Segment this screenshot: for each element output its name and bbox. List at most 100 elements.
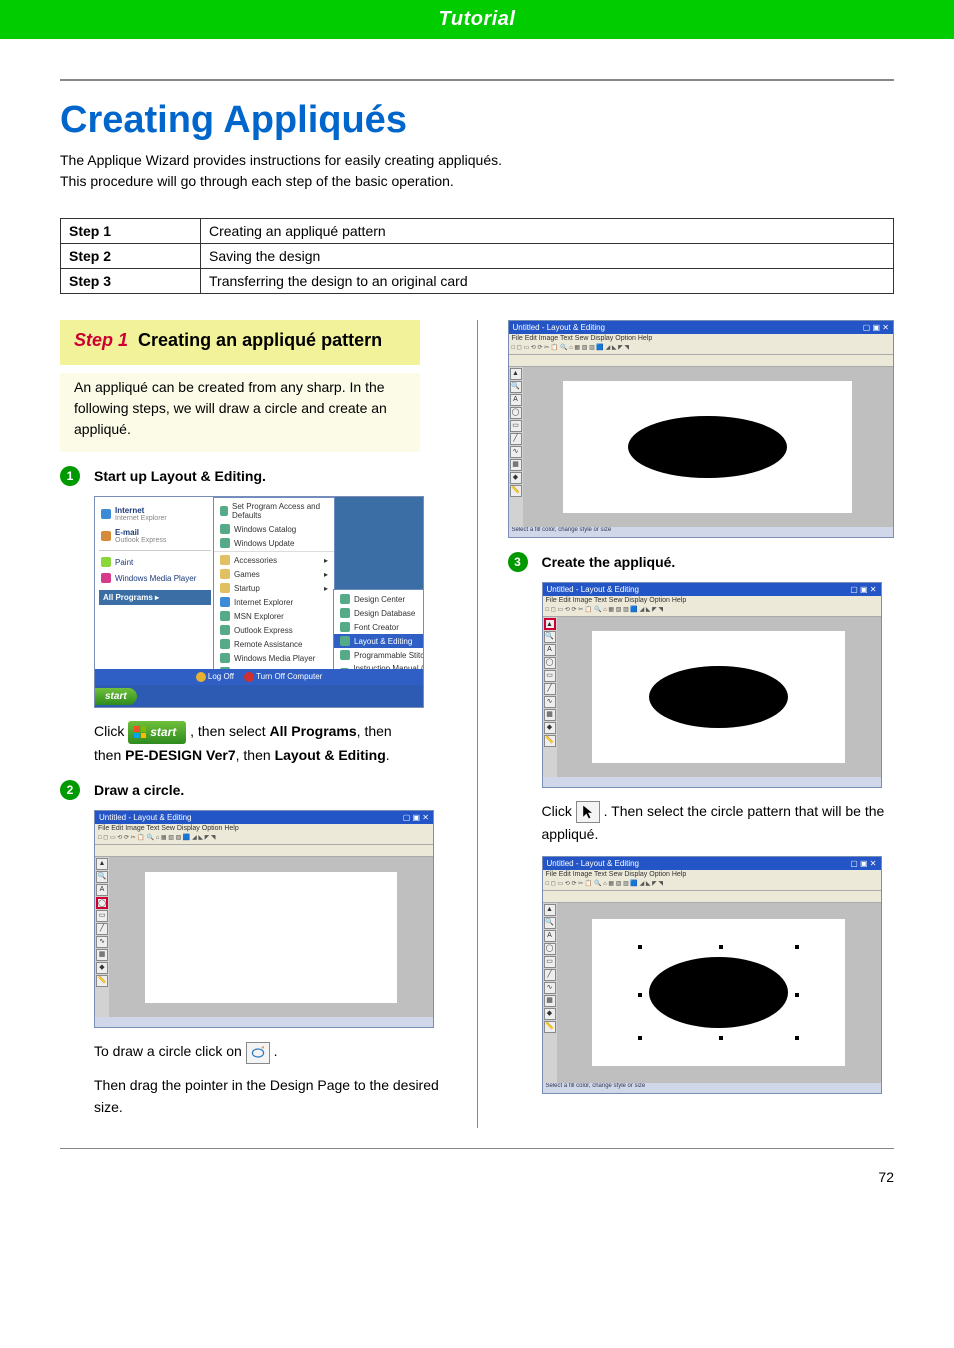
table-row: Step 3 Transferring the design to an ori… [61, 269, 894, 294]
taskbar: start [95, 685, 423, 707]
window-controls[interactable]: ▢ ▣ ✕ [403, 813, 429, 822]
layout-editing-menu-item[interactable]: Layout & Editing [334, 634, 423, 648]
start-menu-flyout: Set Program Access and Defaults Windows … [213, 497, 335, 685]
app-screenshot-drawcircle: Untitled - Layout & Editing ▢ ▣ ✕ File E… [94, 810, 434, 1028]
step-desc: Transferring the design to an original c… [201, 269, 894, 294]
step1-heading-text: Creating an appliqué pattern [138, 330, 382, 350]
substep-1-title: Start up Layout & Editing. [94, 468, 266, 484]
window-titlebar: Untitled - Layout & Editing ▢ ▣ ✕ [543, 857, 881, 870]
substep-2-row: 2 Draw a circle. [60, 780, 447, 800]
design-page[interactable] [145, 872, 398, 1003]
substep-2-title: Draw a circle. [94, 782, 184, 798]
window-toolbar[interactable]: □ ◻ ▭ ⟲ ⟳ ✂ 📋 🔍 ⌂ ▦ ▧ ▨ 🟦 ◢ ◣ ◤ ◥ [509, 343, 894, 355]
window-toolbar[interactable]: □ ◻ ▭ ⟲ ⟳ ✂ 📋 🔍 ⌂ ▦ ▧ ▨ 🟦 ◢ ◣ ◤ ◥ [543, 605, 881, 617]
tool-rect[interactable]: ▭ [96, 910, 108, 922]
window-toolbar-2[interactable] [95, 845, 433, 857]
step1-body: An appliqué can be created from any shar… [60, 373, 420, 452]
tutorial-header-text: Tutorial [439, 8, 516, 30]
window-menubar[interactable]: File Edit Image Text Sew Display Option … [95, 824, 433, 833]
step1-heading: Step 1 Creating an appliqué pattern [74, 330, 406, 351]
window-statusbar: Select a fill color, change style or siz… [543, 1083, 881, 1093]
start-menu-bottom: Log Off Turn Off Computer [95, 669, 423, 685]
design-page[interactable] [563, 381, 852, 512]
page-content: Creating Appliqués The Applique Wizard p… [0, 39, 954, 1148]
substep-3-para: Click . Then select the circle pattern t… [542, 800, 895, 846]
window-toolbox: ▲ 🔍 A ◯ ▭ ╱ ∿ ▦ ◆ 📏 [509, 367, 523, 527]
tool-fill[interactable]: ▦ [96, 949, 108, 961]
window-toolbar-2[interactable] [543, 891, 881, 903]
tool-measure[interactable]: 📏 [96, 975, 108, 987]
window-menubar[interactable]: File Edit Image Text Sew Display Option … [543, 870, 881, 879]
substep-2-badge: 2 [60, 780, 80, 800]
step-label: Step 3 [61, 269, 201, 294]
canvas-area[interactable] [109, 857, 433, 1017]
window-controls[interactable]: ▢ ▣ ✕ [863, 323, 889, 332]
window-titlebar: Untitled - Layout & Editing ▢ ▣ ✕ [509, 321, 894, 334]
tool-zoom[interactable]: 🔍 [96, 871, 108, 883]
substep-3-row: 3 Create the appliqué. [508, 552, 895, 572]
start-menu-screenshot: InternetInternet Explorer E-mailOutlook … [94, 496, 424, 708]
substep-2-line2: Then drag the pointer in the Design Page… [94, 1074, 447, 1119]
two-column-layout: Step 1 Creating an appliqué pattern An a… [60, 320, 894, 1128]
window-toolbar[interactable]: □ ◻ ▭ ⟲ ⟳ ✂ 📋 🔍 ⌂ ▦ ▧ ▨ 🟦 ◢ ◣ ◤ ◥ [95, 833, 433, 845]
steps-table: Step 1 Creating an appliqué pattern Step… [60, 218, 894, 294]
tool-text[interactable]: A [96, 884, 108, 896]
window-toolbox: ▲ 🔍 A ◯ ▭ ╱ ∿ ▦ ◆ 📏 [543, 617, 557, 777]
step1-heading-block: Step 1 Creating an appliqué pattern [60, 320, 420, 365]
step-desc: Saving the design [201, 244, 894, 269]
tool-curve[interactable]: ∿ [96, 936, 108, 948]
drawn-oval[interactable] [649, 666, 788, 729]
app-screenshot-oval-selected: Untitled - Layout & Editing ▢ ▣ ✕ File E… [542, 856, 882, 1094]
canvas-area[interactable] [557, 617, 881, 777]
all-programs-item[interactable]: All Programs ▸ [99, 590, 211, 605]
left-column: Step 1 Creating an appliqué pattern An a… [60, 320, 447, 1128]
step-desc: Creating an appliqué pattern [201, 219, 894, 244]
window-controls[interactable]: ▢ ▣ ✕ [850, 859, 876, 868]
tool-pointer[interactable]: ▲ [544, 618, 556, 630]
window-toolbar[interactable]: □ ◻ ▭ ⟲ ⟳ ✂ 📋 🔍 ⌂ ▦ ▧ ▨ 🟦 ◢ ◣ ◤ ◥ [543, 879, 881, 891]
canvas-area[interactable] [523, 367, 894, 527]
table-row: Step 2 Saving the design [61, 244, 894, 269]
tool-stamp[interactable]: ◆ [96, 962, 108, 974]
window-statusbar: Select a fill color, change style or siz… [509, 527, 894, 537]
tool-circle[interactable]: ◯ [96, 897, 108, 909]
substep-3-title: Create the appliqué. [542, 554, 676, 570]
design-page[interactable] [592, 631, 845, 762]
column-divider [477, 320, 478, 1128]
tutorial-header: Tutorial [0, 0, 954, 39]
turn-off-button[interactable]: Turn Off Computer [244, 672, 322, 682]
drawn-oval[interactable] [628, 416, 787, 479]
app-screenshot-oval-drawn: Untitled - Layout & Editing ▢ ▣ ✕ File E… [508, 320, 895, 538]
window-statusbar [543, 777, 881, 787]
window-controls[interactable]: ▢ ▣ ✕ [850, 585, 876, 594]
start-menu-left-panel: InternetInternet Explorer E-mailOutlook … [95, 497, 215, 685]
top-divider [60, 79, 894, 81]
step1-number: Step 1 [74, 330, 128, 350]
table-row: Step 1 Creating an appliqué pattern [61, 219, 894, 244]
window-toolbar-2[interactable] [509, 355, 894, 367]
step-label: Step 2 [61, 244, 201, 269]
substep-1-badge: 1 [60, 466, 80, 486]
substep-3-badge: 3 [508, 552, 528, 572]
window-toolbox: ▲ 🔍 A ◯ ▭ ╱ ∿ ▦ ◆ 📏 [95, 857, 109, 1017]
window-menubar[interactable]: File Edit Image Text Sew Display Option … [509, 334, 894, 343]
page-title: Creating Appliqués [60, 99, 894, 142]
design-page[interactable] [592, 919, 845, 1067]
window-menubar[interactable]: File Edit Image Text Sew Display Option … [543, 596, 881, 605]
drawn-oval-selected[interactable] [649, 957, 788, 1028]
right-column: Untitled - Layout & Editing ▢ ▣ ✕ File E… [508, 320, 895, 1128]
substep-2-line1: To draw a circle click on . [94, 1040, 447, 1063]
windows-logo-icon [134, 726, 146, 738]
substep-1-para: Click start , then select All Programs, … [94, 720, 447, 766]
canvas-area[interactable] [557, 903, 881, 1083]
pointer-tool-icon [576, 801, 600, 823]
log-off-button[interactable]: Log Off [196, 672, 234, 682]
tool-line[interactable]: ╱ [96, 923, 108, 935]
tool-pointer[interactable]: ▲ [96, 858, 108, 870]
window-titlebar: Untitled - Layout & Editing ▢ ▣ ✕ [543, 583, 881, 596]
window-toolbox: ▲ 🔍 A ◯ ▭ ╱ ∿ ▦ ◆ 📏 [543, 903, 557, 1083]
window-statusbar [95, 1017, 433, 1027]
start-badge: start [128, 721, 186, 744]
start-button[interactable]: start [95, 688, 137, 705]
app-screenshot-select-pointer: Untitled - Layout & Editing ▢ ▣ ✕ File E… [542, 582, 882, 788]
